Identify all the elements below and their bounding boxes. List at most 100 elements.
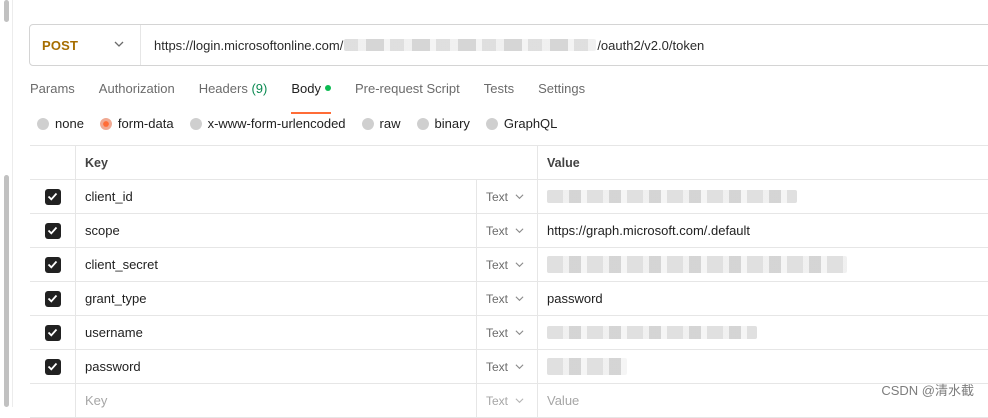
body-indicator-dot	[324, 85, 331, 91]
type-select[interactable]: Text	[476, 214, 538, 247]
chevron-down-icon	[515, 330, 524, 336]
row-checkbox[interactable]	[44, 324, 61, 341]
scrollbar-thumb[interactable]	[4, 175, 9, 407]
method-select[interactable]: POST	[30, 25, 141, 65]
left-scroll-rail	[0, 0, 13, 407]
body-type-selector: none form-data x-www-form-urlencoded raw…	[37, 116, 573, 131]
checkmark-icon	[47, 362, 58, 371]
key-cell[interactable]: client_secret	[76, 248, 476, 281]
check-cell	[30, 214, 76, 247]
row-checkbox[interactable]	[44, 290, 61, 307]
table-row: scope Text https://graph.microsoft.com/.…	[30, 214, 988, 248]
key-cell[interactable]: grant_type	[76, 282, 476, 315]
row-checkbox[interactable]	[44, 222, 61, 239]
type-label: Text	[486, 223, 509, 238]
new-key-input[interactable]: Key	[76, 384, 476, 417]
tab-label: Headers	[198, 81, 248, 96]
redacted-value	[547, 358, 627, 375]
url-input[interactable]: https://login.microsoftonline.com/ /oaut…	[154, 25, 704, 65]
tab-label: Settings	[538, 81, 586, 96]
tab-tests[interactable]: Tests	[484, 78, 514, 108]
table-row: username Text	[30, 316, 988, 350]
type-select[interactable]: Text	[476, 316, 538, 349]
table-row: client_id Text	[30, 180, 988, 214]
redacted-value	[547, 326, 757, 339]
scrollbar-thumb-top[interactable]	[4, 0, 9, 22]
value-cell[interactable]	[538, 316, 988, 349]
radio-label: binary	[434, 116, 470, 131]
radio-button[interactable]	[189, 117, 202, 130]
check-cell	[30, 350, 76, 383]
chevron-down-icon	[515, 364, 524, 370]
tab-settings[interactable]: Settings	[538, 78, 585, 108]
tab-label: Tests	[483, 81, 515, 96]
key-cell[interactable]: password	[76, 350, 476, 383]
chevron-down-icon	[114, 41, 124, 47]
key-cell[interactable]: scope	[76, 214, 476, 247]
tab-body[interactable]: Body	[291, 78, 331, 114]
column-header-value: Value	[547, 155, 580, 170]
row-checkbox[interactable]	[44, 188, 61, 205]
radio-button[interactable]	[485, 117, 498, 130]
type-label: Text	[486, 325, 509, 340]
check-cell	[30, 316, 76, 349]
check-cell	[30, 180, 76, 213]
row-checkbox[interactable]	[44, 358, 61, 375]
checkmark-icon	[47, 328, 58, 337]
tab-params[interactable]: Params	[30, 78, 75, 108]
method-label: POST	[42, 37, 79, 53]
check-cell	[30, 282, 76, 315]
value-cell[interactable]: password	[538, 282, 988, 315]
table-header-row: Key Value	[30, 146, 988, 180]
csdn-watermark: CSDN @清水截	[881, 383, 974, 398]
body-type-binary[interactable]: binary	[416, 116, 470, 131]
body-type-raw[interactable]: raw	[361, 116, 401, 131]
body-type-none[interactable]: none	[37, 116, 84, 131]
table-row: password Text	[30, 350, 988, 384]
url-prefix: https://login.microsoftonline.com/	[154, 37, 344, 53]
tab-pre-request-script[interactable]: Pre-request Script	[355, 78, 460, 108]
radio-button[interactable]	[37, 117, 49, 130]
type-label: Text	[486, 257, 509, 272]
radio-button[interactable]	[361, 117, 374, 130]
url-suffix: /oauth2/v2.0/token	[597, 37, 705, 53]
checkmark-icon	[47, 294, 58, 303]
checkmark-icon	[47, 226, 58, 235]
request-tabs: Params Authorization Headers (9) Body Pr…	[30, 78, 609, 114]
radio-button[interactable]	[416, 117, 429, 130]
headers-count: (9)	[251, 81, 268, 96]
type-label: Text	[486, 359, 509, 374]
value-cell[interactable]: https://graph.microsoft.com/.default	[538, 214, 988, 247]
type-select[interactable]: Text	[476, 282, 538, 315]
type-label: Text	[486, 291, 509, 306]
tab-headers[interactable]: Headers (9)	[199, 78, 268, 108]
tab-label: Authorization	[98, 81, 175, 96]
type-select[interactable]: Text	[476, 384, 538, 417]
column-header-key: Key	[85, 155, 108, 170]
chevron-down-icon	[515, 262, 524, 268]
radio-label: raw	[379, 116, 401, 131]
tab-label: Body	[291, 81, 321, 96]
chevron-down-icon	[515, 296, 524, 302]
type-select[interactable]: Text	[476, 248, 538, 281]
chevron-down-icon	[515, 398, 524, 404]
body-type-graphql[interactable]: GraphQL	[485, 116, 557, 131]
type-label: Text	[486, 189, 509, 204]
key-cell[interactable]: client_id	[76, 180, 476, 213]
value-cell[interactable]	[538, 180, 988, 213]
check-cell	[30, 248, 76, 281]
value-cell[interactable]	[538, 350, 988, 383]
radio-button-selected[interactable]	[99, 117, 112, 130]
key-cell[interactable]: username	[76, 316, 476, 349]
type-label: Text	[486, 393, 509, 408]
type-select[interactable]: Text	[476, 180, 538, 213]
header-check-cell	[30, 146, 76, 179]
body-type-form-data[interactable]: form-data	[99, 116, 174, 131]
chevron-down-icon	[515, 194, 524, 200]
body-type-urlencoded[interactable]: x-www-form-urlencoded	[189, 116, 346, 131]
tab-authorization[interactable]: Authorization	[99, 78, 175, 108]
type-select[interactable]: Text	[476, 350, 538, 383]
row-checkbox[interactable]	[44, 256, 61, 273]
radio-label: x-www-form-urlencoded	[207, 116, 346, 131]
value-cell[interactable]	[538, 248, 988, 281]
